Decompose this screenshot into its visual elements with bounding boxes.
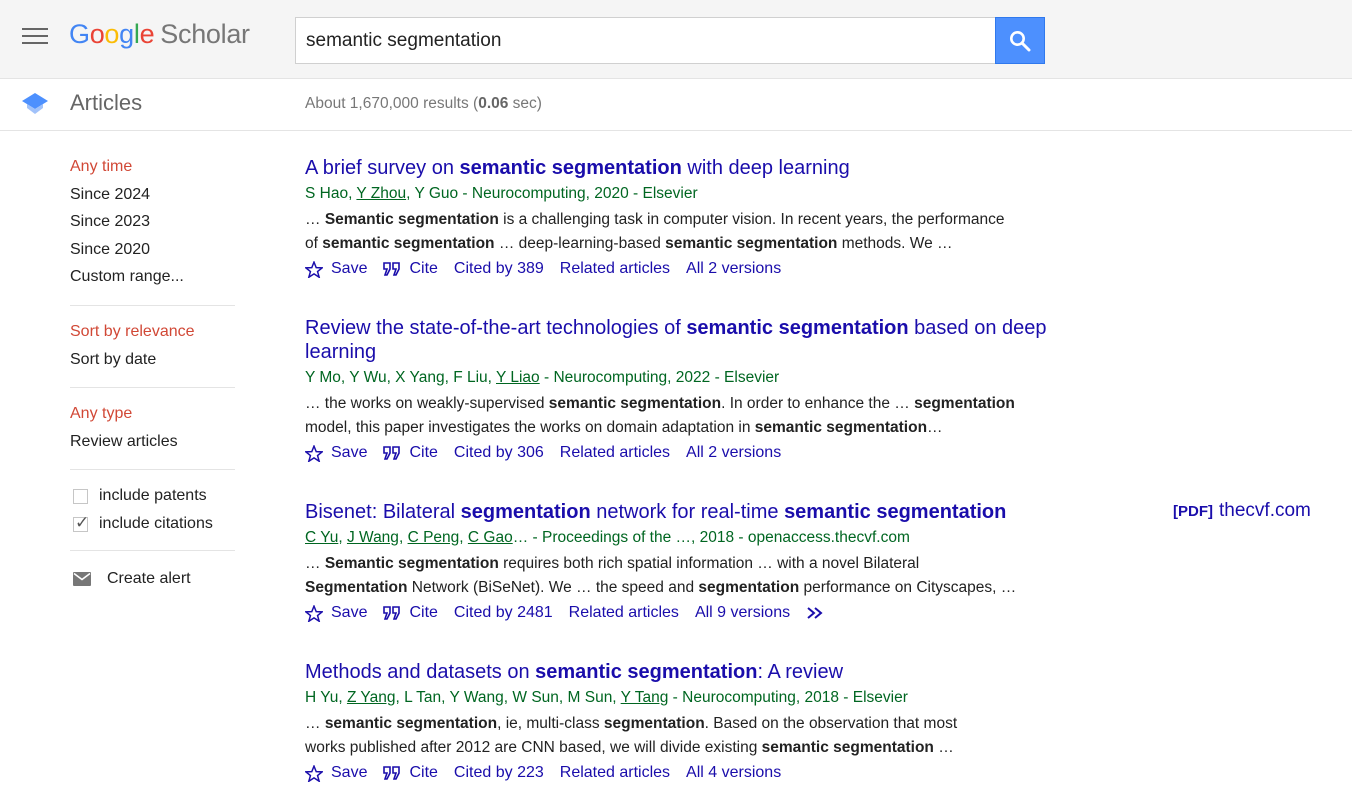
quote-icon <box>383 446 401 460</box>
save-button[interactable]: Save <box>305 444 367 462</box>
cited-by-link[interactable]: Cited by 306 <box>454 444 544 462</box>
search-result: Methods and datasets on semantic segment… <box>305 660 1065 784</box>
divider <box>70 304 235 306</box>
result-actions: Save Cite Cited by 389 Related articles … <box>305 258 1065 280</box>
pdf-link[interactable]: [PDF] thecvf.com <box>1173 500 1311 522</box>
save-button[interactable]: Save <box>305 604 367 622</box>
result-title-link[interactable]: A brief survey on semantic segmentation … <box>305 157 850 179</box>
star-icon <box>305 260 323 278</box>
divider <box>70 550 235 552</box>
filter-any-type[interactable]: Any type <box>70 404 235 432</box>
create-alert-label: Create alert <box>107 570 191 588</box>
create-alert-button[interactable]: Create alert <box>70 565 235 593</box>
google-scholar-logo[interactable]: Google Scholar <box>69 19 250 50</box>
filter-any-time[interactable]: Any time <box>70 157 235 185</box>
cited-by-link[interactable]: Cited by 389 <box>454 260 544 278</box>
filter-custom-range[interactable]: Custom range... <box>70 267 235 295</box>
checkmark-icon: ✓ <box>75 512 90 532</box>
all-versions-link[interactable]: All 2 versions <box>686 444 781 462</box>
more-chevron-icon[interactable] <box>806 606 834 620</box>
author-link[interactable]: Y Tang <box>621 689 669 706</box>
all-versions-link[interactable]: All 9 versions <box>695 604 790 622</box>
search-icon <box>1010 31 1031 52</box>
sort-by-date[interactable]: Sort by date <box>70 350 235 378</box>
result-actions: Save Cite Cited by 223 Related articles … <box>305 762 1065 784</box>
checkbox-checked[interactable]: ✓ <box>73 513 89 532</box>
result-authors: H Yu, Z Yang, L Tan, Y Wang, W Sun, M Su… <box>305 689 908 706</box>
search-result: A brief survey on semantic segmentation … <box>305 156 1065 280</box>
author-link[interactable]: C Gao <box>468 529 513 546</box>
include-citations-label: include citations <box>99 515 213 533</box>
sub-bar <box>0 79 1352 131</box>
result-authors: C Yu, J Wang, C Peng, C Gao… - Proceedin… <box>305 529 910 546</box>
author-link[interactable]: C Yu <box>305 529 338 546</box>
search-result: Bisenet: Bilateral segmentation network … <box>305 500 1065 624</box>
articles-icon[interactable] <box>22 93 48 115</box>
include-patents-label: include patents <box>99 487 207 505</box>
search-result: Review the state-of-the-art technologies… <box>305 316 1055 464</box>
author-link[interactable]: Y Liao <box>496 369 540 386</box>
save-button[interactable]: Save <box>305 764 367 782</box>
related-articles-link[interactable]: Related articles <box>560 260 670 278</box>
filter-since-2023[interactable]: Since 2023 <box>70 212 235 240</box>
author-link[interactable]: J Wang <box>347 529 399 546</box>
checkbox-unchecked[interactable] <box>73 488 88 504</box>
star-icon <box>305 604 323 622</box>
save-button[interactable]: Save <box>305 260 367 278</box>
star-icon <box>305 444 323 462</box>
author-link[interactable]: Y Zhou <box>356 185 406 202</box>
result-actions: Save Cite Cited by 2481 Related articles… <box>305 602 1065 624</box>
result-title-link[interactable]: Methods and datasets on semantic segment… <box>305 661 843 683</box>
section-label: Articles <box>70 90 143 115</box>
cited-by-link[interactable]: Cited by 2481 <box>454 604 553 622</box>
cite-button[interactable]: Cite <box>383 764 438 782</box>
envelope-icon <box>73 572 91 587</box>
related-articles-link[interactable]: Related articles <box>569 604 679 622</box>
cited-by-link[interactable]: Cited by 223 <box>454 764 544 782</box>
all-versions-link[interactable]: All 2 versions <box>686 260 781 278</box>
search-button[interactable] <box>995 17 1045 64</box>
menu-icon[interactable] <box>22 28 48 48</box>
result-authors: S Hao, Y Zhou, Y Guo - Neurocomputing, 2… <box>305 185 698 202</box>
result-snippet: … Semantic segmentation requires both ri… <box>305 555 1017 596</box>
quote-icon <box>383 606 401 620</box>
cite-button[interactable]: Cite <box>383 604 438 622</box>
sort-by-relevance[interactable]: Sort by relevance <box>70 322 235 350</box>
result-stats: About 1,670,000 results (0.06 sec) <box>305 95 542 112</box>
star-icon <box>305 764 323 782</box>
cite-button[interactable]: Cite <box>383 444 438 462</box>
filter-review-articles[interactable]: Review articles <box>70 432 235 460</box>
search-input[interactable]: semantic segmentation <box>295 17 996 64</box>
divider <box>70 387 235 389</box>
result-snippet: … Semantic segmentation is a challenging… <box>305 211 1005 252</box>
top-bar: Google Scholar semantic segmentation <box>0 0 1352 79</box>
result-authors: Y Mo, Y Wu, X Yang, F Liu, Y Liao - Neur… <box>305 369 780 386</box>
result-actions: Save Cite Cited by 306 Related articles … <box>305 442 1055 464</box>
include-patents-checkbox[interactable]: include patents <box>70 482 235 510</box>
result-title-link[interactable]: Review the state-of-the-art technologies… <box>305 317 1047 363</box>
all-versions-link[interactable]: All 4 versions <box>686 764 781 782</box>
result-snippet: … semantic segmentation, ie, multi-class… <box>305 715 958 756</box>
filter-since-2020[interactable]: Since 2020 <box>70 240 235 268</box>
divider <box>70 469 235 471</box>
related-articles-link[interactable]: Related articles <box>560 764 670 782</box>
quote-icon <box>383 766 401 780</box>
result-title-link[interactable]: Bisenet: Bilateral segmentation network … <box>305 501 1006 523</box>
cite-button[interactable]: Cite <box>383 260 438 278</box>
result-snippet: … the works on weakly-supervised semanti… <box>305 395 1015 436</box>
author-link[interactable]: Z Yang <box>347 689 396 706</box>
sidebar: Any time Since 2024 Since 2023 Since 202… <box>70 157 235 593</box>
author-link[interactable]: C Peng <box>408 529 460 546</box>
related-articles-link[interactable]: Related articles <box>560 444 670 462</box>
filter-since-2024[interactable]: Since 2024 <box>70 185 235 213</box>
include-citations-checkbox[interactable]: ✓ include citations <box>70 510 235 538</box>
quote-icon <box>383 262 401 276</box>
